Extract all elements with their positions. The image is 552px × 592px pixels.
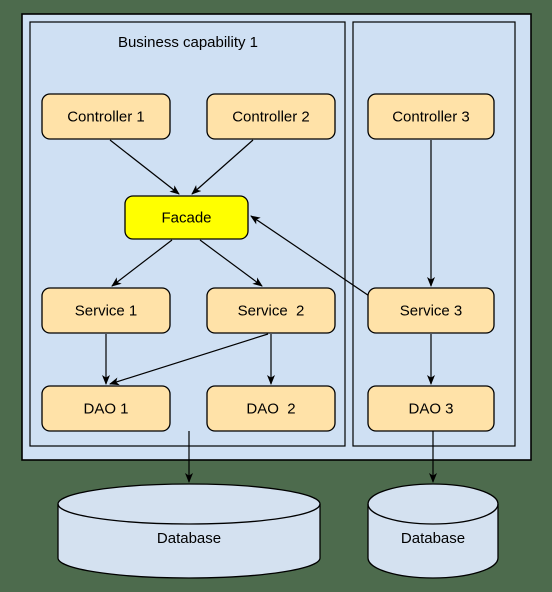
database-1-cylinder[interactable]: Database [57,483,321,579]
service-2-node[interactable]: Service 2 [206,287,336,334]
facade-node[interactable]: Facade [124,195,249,240]
panels-group: Business capability 1 [29,21,516,447]
facade-label: Facade [161,209,211,226]
database-2-label: Database [401,530,465,547]
dao-1-node[interactable]: DAO 1 [41,385,171,432]
service-3-node[interactable]: Service 3 [367,287,495,334]
dao-3-node[interactable]: DAO 3 [367,385,495,432]
dao-3-label: DAO 3 [408,400,453,417]
controller-3-label: Controller 3 [392,108,470,125]
diagram-canvas: Business capability 1 Controller 1 Contr… [0,0,552,592]
controller-1-node[interactable]: Controller 1 [41,93,171,140]
dao-2-node[interactable]: DAO 2 [206,385,336,432]
service-1-node[interactable]: Service 1 [41,287,171,334]
service-1-label: Service 1 [75,302,138,319]
controller-2-label: Controller 2 [232,108,310,125]
service-3-label: Service 3 [400,302,463,319]
business-capability-2-panel[interactable] [352,21,516,447]
dao-2-label: DAO 2 [246,400,295,417]
controller-1-label: Controller 1 [67,108,145,125]
database-1-label: Database [157,530,221,547]
controller-2-node[interactable]: Controller 2 [206,93,336,140]
database-2-cylinder[interactable]: Database [367,483,499,579]
controller-3-node[interactable]: Controller 3 [367,93,495,140]
databases-group: Database Database [57,483,499,579]
dao-1-label: DAO 1 [83,400,128,417]
business-capability-1-title: Business capability 1 [118,34,258,51]
architecture-diagram: Business capability 1 Controller 1 Contr… [21,13,532,579]
service-2-label: Service 2 [238,302,305,319]
